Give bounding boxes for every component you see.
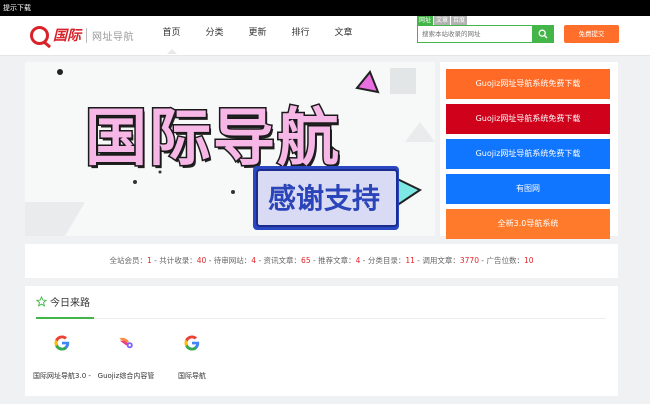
stat-calls-value: 3770: [459, 256, 479, 265]
stat-recommend-value: 4: [355, 256, 361, 265]
banner-title: 国际导航: [85, 101, 341, 174]
stat-calls-label: 调用文章：: [422, 256, 460, 265]
logo-sub-text: 网址导航: [92, 31, 134, 43]
search-tabs: 网址 文章 百度: [417, 16, 468, 25]
stat-articles-value: 65: [301, 256, 311, 265]
google-icon: [184, 335, 200, 351]
stat-pending-value: 4: [251, 256, 257, 265]
logo-divider: [86, 27, 87, 43]
download-sidebar: Guojiz网址导航系统免费下载 Guojiz网址导航系统免费下载 Guojiz…: [440, 62, 618, 239]
nav-item-ranking[interactable]: 排行: [279, 16, 322, 54]
download-button-2[interactable]: Guojiz网址导航系统免费下载: [446, 104, 610, 134]
search-tab-sites[interactable]: 网址: [417, 16, 434, 25]
stat-members-label: 全站会员：: [109, 256, 147, 265]
google-icon: [54, 335, 70, 351]
stat-members-value: 1: [146, 256, 152, 265]
referrer-site-name: 国际网址导航3.0 -: [33, 372, 91, 380]
stat-total-label: 共计收录：: [159, 256, 197, 265]
stat-articles-label: 资讯文章：: [263, 256, 302, 265]
stat-categories-label: 分类目录：: [367, 256, 406, 265]
logo-mark-icon: [30, 25, 49, 45]
star-icon: [36, 295, 47, 307]
referrer-site-2[interactable]: Guojiz综合内容管: [91, 334, 161, 381]
referrer-site-name: Guojiz综合内容管: [97, 372, 155, 380]
site-stats-bar: 全站会员：1 - 共计收录：40 - 待审网站：4 - 资讯文章：65 - 推荐…: [25, 244, 618, 278]
stat-ads-label: 广告位数：: [486, 256, 524, 265]
nav-item-categories[interactable]: 分类: [193, 16, 236, 54]
nav-item-home[interactable]: 首页: [150, 16, 193, 54]
decor-block: [390, 68, 416, 94]
site-header: 国际 网址导航 首页 分类 更新 排行 文章 网址 文章 百度 免费提交: [0, 16, 650, 56]
today-referrers-section: 今日来路 国际网址导航3.0 - Guojiz综合内容管 国际导航: [25, 286, 618, 396]
main-nav: 首页 分类 更新 排行 文章: [150, 16, 365, 54]
stat-ads-value: 10: [523, 256, 534, 265]
referrer-site-3[interactable]: 国际导航: [157, 334, 227, 381]
search-tab-articles[interactable]: 文章: [434, 16, 451, 25]
search-tab-baidu[interactable]: 百度: [451, 16, 468, 25]
search-box: [417, 25, 554, 43]
top-notice-bar: 提示下载: [0, 0, 650, 16]
stat-recommend-label: 推荐文章：: [318, 256, 356, 265]
bird-logo-icon: [119, 337, 133, 349]
top-notice-text: 提示下载: [3, 4, 31, 12]
site-logo[interactable]: 国际 网址导航: [30, 24, 134, 46]
download-button-1[interactable]: Guojiz网址导航系统免费下载: [446, 69, 610, 99]
free-submit-button[interactable]: 免费提交: [564, 25, 619, 43]
logo-main-text: 国际: [53, 28, 81, 44]
section-divider-accent: [36, 317, 94, 319]
section-title: 今日来路: [50, 297, 90, 309]
section-divider: [36, 318, 606, 319]
nav-item-updates[interactable]: 更新: [236, 16, 279, 54]
hero-banner[interactable]: 国际导航 国际导航 感谢支持: [25, 62, 435, 236]
new-system-button[interactable]: 全新3.0导航系统: [446, 209, 610, 239]
section-header: 今日来路: [36, 294, 90, 309]
stat-categories-value: 11: [405, 256, 415, 265]
search-icon: [538, 29, 547, 39]
nav-item-articles[interactable]: 文章: [322, 16, 365, 54]
stat-pending-label: 待审网站：: [213, 256, 252, 265]
referrer-site-name: 国际导航: [178, 372, 206, 380]
youtu-link-button[interactable]: 有图网: [446, 174, 610, 204]
referrer-site-1[interactable]: 国际网址导航3.0 -: [27, 334, 97, 381]
search-input[interactable]: [418, 26, 532, 42]
stat-total-value: 40: [196, 256, 207, 265]
banner-subtitle: 感谢支持: [268, 182, 380, 215]
banner-artwork: 国际导航 国际导航 感谢支持: [25, 62, 435, 236]
download-button-3[interactable]: Guojiz网址导航系统免费下载: [446, 139, 610, 169]
decor-dot: [57, 69, 63, 75]
search-button[interactable]: [532, 26, 553, 42]
